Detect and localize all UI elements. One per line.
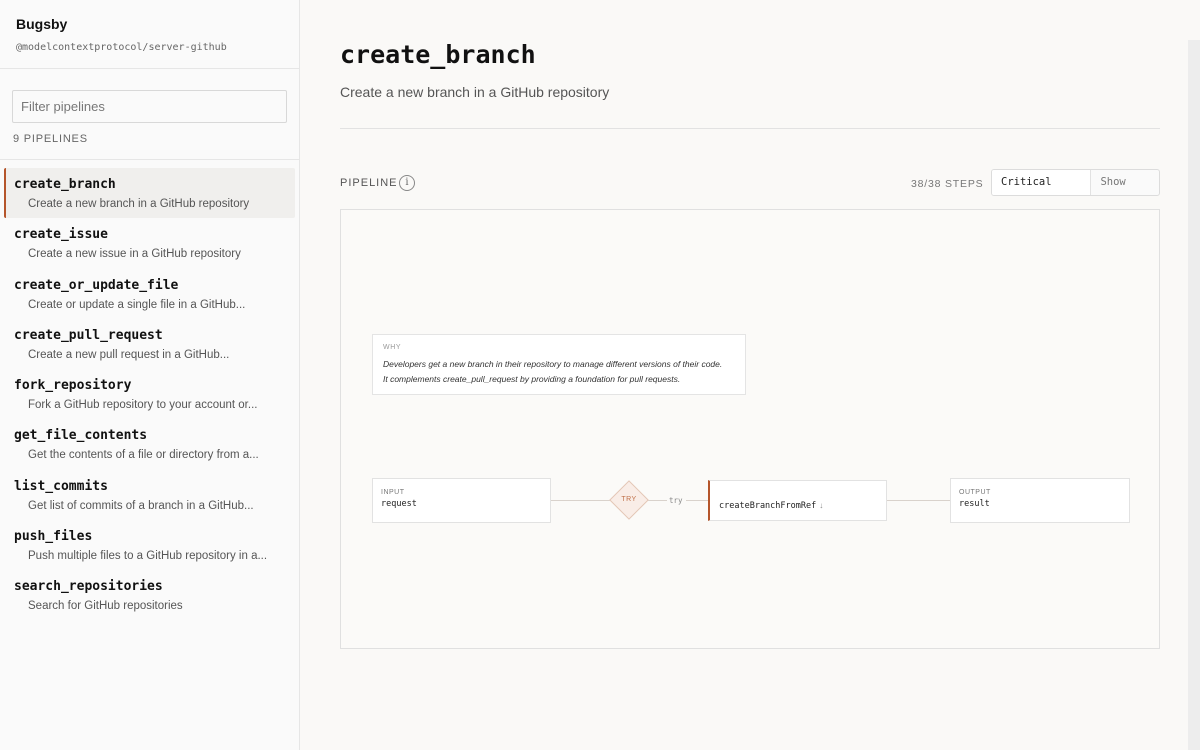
sidebar-item-name: create_branch: [14, 177, 116, 192]
sidebar-item-name: create_pull_request: [14, 327, 163, 343]
package-name: @modelcontextprotocol/server-github: [16, 42, 227, 53]
sidebar-divider: [0, 68, 299, 69]
info-icon[interactable]: i: [399, 175, 415, 191]
sidebar-item-desc: Get the contents of a file or directory …: [28, 449, 259, 462]
pipeline-canvas: [340, 209, 1160, 649]
sidebar: Bugsby @modelcontextprotocol/server-gith…: [0, 0, 300, 750]
output-label: OUTPUT: [959, 489, 991, 496]
sidebar-item-fork-repository[interactable]: fork_repository Fork a GitHub repository…: [0, 369, 299, 419]
sidebar-item-create-issue[interactable]: create_issue Create a new issue in a Git…: [0, 218, 299, 268]
sidebar-item-name: push_files: [14, 529, 93, 545]
edge-line: [647, 500, 667, 501]
sidebar-item-create-pull-request[interactable]: create_pull_request Create a new pull re…: [0, 319, 299, 369]
header-divider: [340, 128, 1160, 129]
sidebar-item-name: fork_repository: [14, 378, 132, 394]
output-value: result: [959, 499, 990, 509]
page-title: create_branch: [340, 40, 536, 69]
filter-pipelines-input[interactable]: [12, 90, 287, 123]
show-all-button[interactable]: Show all: [1091, 170, 1159, 195]
sidebar-item-desc: Get list of commits of a branch in a Git…: [28, 499, 254, 512]
why-line: It complements create_pull_request by pr…: [383, 374, 681, 384]
sidebar-item-desc: Create a new pull request in a GitHub...: [28, 348, 230, 361]
why-label: WHY: [383, 344, 402, 351]
sidebar-item-desc: Fork a GitHub repository to your account…: [28, 399, 258, 412]
sidebar-item-list-commits[interactable]: list_commits Get list of commits of a br…: [0, 470, 299, 520]
edge-line: [686, 500, 708, 501]
sidebar-item-name: create_or_update_file: [14, 277, 179, 293]
pipeline-count: 9 PIPELINES: [13, 133, 88, 145]
output-node[interactable]: OUTPUT result: [950, 478, 1130, 523]
page-subtitle: Create a new branch in a GitHub reposito…: [340, 84, 610, 100]
try-label: TRY: [621, 496, 637, 503]
try-edge-label: try: [669, 496, 683, 505]
sidebar-item-desc: Search for GitHub repositories: [28, 600, 183, 613]
pipeline-list: create_branch Create a new branch in a G…: [0, 168, 299, 621]
edge-line: [887, 500, 950, 501]
sidebar-item-get-file-contents[interactable]: get_file_contents Get the contents of a …: [0, 419, 299, 469]
why-text: Developers get a new branch in their rep…: [383, 357, 735, 387]
sidebar-item-create-branch[interactable]: create_branch Create a new branch in a G…: [4, 168, 295, 219]
sidebar-item-desc: Create a new issue in a GitHub repositor…: [28, 248, 241, 261]
sidebar-item-name: get_file_contents: [14, 428, 148, 444]
sidebar-item-desc: Create a new branch in a GitHub reposito…: [28, 198, 250, 210]
sidebar-divider: [0, 159, 299, 160]
sidebar-item-name: search_repositories: [14, 579, 163, 595]
sidebar-item-desc: Create or update a single file in a GitH…: [28, 298, 246, 311]
sidebar-item-search-repositories[interactable]: search_repositories Search for GitHub re…: [0, 570, 299, 620]
critical-only-button[interactable]: Critical only: [992, 170, 1092, 195]
sidebar-item-name: create_issue: [14, 227, 108, 243]
scrollbar[interactable]: [1188, 40, 1200, 750]
function-name: createBranchFromRef: [719, 501, 817, 511]
input-node[interactable]: INPUT request: [372, 478, 551, 523]
function-node[interactable]: createBranchFromRef ↓: [708, 480, 887, 521]
input-value: request: [381, 499, 417, 509]
app-name: Bugsby: [16, 16, 68, 32]
steps-count: 38/38 STEPS: [911, 178, 984, 190]
view-toggle: Critical only Show all: [991, 169, 1160, 196]
why-note: WHY Developers get a new branch in their…: [372, 334, 746, 395]
why-line: Developers get a new branch in their rep…: [383, 359, 723, 369]
pipeline-label: PIPELINE: [340, 177, 398, 189]
arrow-down-icon: ↓: [819, 501, 824, 510]
sidebar-item-push-files[interactable]: push_files Push multiple files to a GitH…: [0, 520, 299, 570]
sidebar-item-create-or-update-file[interactable]: create_or_update_file Create or update a…: [0, 269, 299, 319]
input-label: INPUT: [381, 489, 405, 496]
sidebar-item-desc: Push multiple files to a GitHub reposito…: [28, 550, 268, 563]
edge-line: [551, 500, 611, 501]
sidebar-item-name: list_commits: [14, 478, 108, 494]
